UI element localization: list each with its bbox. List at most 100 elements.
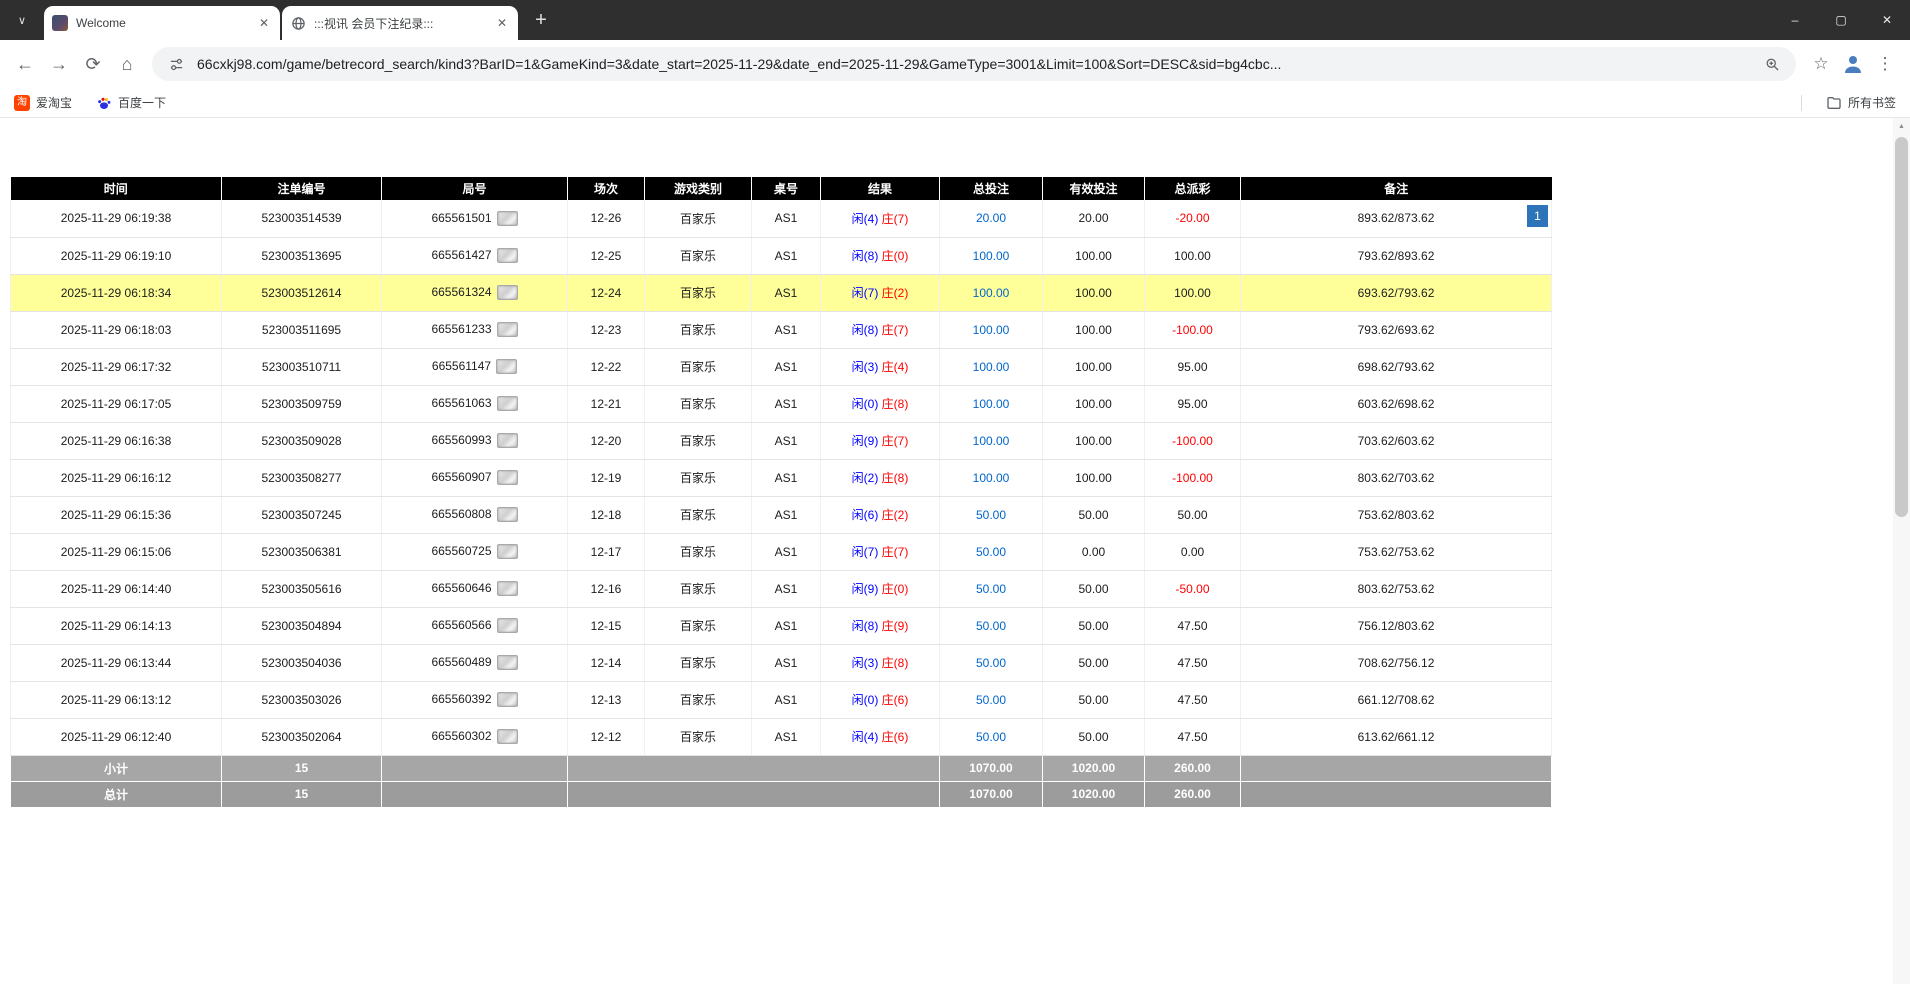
zoom-icon[interactable] <box>1760 52 1784 76</box>
bookmark-taobao[interactable]: 淘 爱淘宝 <box>14 94 72 111</box>
card-result-image-icon[interactable] <box>497 729 518 744</box>
payout-cell: -20.00 <box>1145 200 1241 237</box>
payout-cell: 95.00 <box>1145 385 1241 422</box>
result-player: 闲(8) <box>852 249 879 263</box>
total-bet-cell[interactable]: 50.00 <box>940 533 1043 570</box>
total-bet-cell[interactable]: 50.00 <box>940 496 1043 533</box>
card-result-image-icon[interactable] <box>497 581 518 596</box>
total-bet-cell[interactable]: 100.00 <box>940 237 1043 274</box>
total-bet-cell[interactable]: 50.00 <box>940 718 1043 755</box>
card-result-image-icon[interactable] <box>497 322 518 337</box>
game-type-cell: 百家乐 <box>645 533 752 570</box>
profile-avatar[interactable] <box>1838 49 1868 79</box>
remark-cell: 703.62/603.62 <box>1241 422 1552 459</box>
column-header: 总派彩 <box>1145 177 1241 200</box>
scroll-up-icon[interactable]: ▲ <box>1893 118 1910 134</box>
pagination-page-1[interactable]: 1 <box>1527 205 1548 227</box>
bet-records-table: 时间注单编号局号场次游戏类别桌号结果总投注有效投注总派彩备注 2025-11-2… <box>10 177 1552 808</box>
total-bet-cell[interactable]: 50.00 <box>940 681 1043 718</box>
bookmark-baidu[interactable]: 百度一下 <box>96 94 166 111</box>
address-bar[interactable]: 66cxkj98.com/game/betrecord_search/kind3… <box>152 47 1796 81</box>
card-result-image-icon[interactable] <box>497 544 518 559</box>
forward-button[interactable]: → <box>42 47 76 81</box>
total-bet-cell[interactable]: 50.00 <box>940 644 1043 681</box>
result-player: 闲(7) <box>852 286 879 300</box>
subtotal-total-bet: 1070.00 <box>940 755 1043 781</box>
bet-id-cell: 523003506381 <box>222 533 382 570</box>
tab-close-icon[interactable]: ✕ <box>494 16 510 30</box>
window-close-button[interactable]: ✕ <box>1864 0 1910 40</box>
total-payout: 260.00 <box>1145 781 1241 807</box>
table-row: 2025-11-29 06:14:13523003504894665560566… <box>11 607 1552 644</box>
bookmark-star-icon[interactable]: ☆ <box>1804 47 1838 81</box>
result-cell: 闲(8) 庄(7) <box>821 311 940 348</box>
total-bet-cell[interactable]: 50.00 <box>940 570 1043 607</box>
total-empty-cell <box>382 781 568 807</box>
table-row: 2025-11-29 06:15:06523003506381665560725… <box>11 533 1552 570</box>
card-result-image-icon[interactable] <box>497 285 518 300</box>
subtotal-empty-cell <box>382 755 568 781</box>
card-result-image-icon[interactable] <box>497 692 518 707</box>
session-cell: 12-26 <box>568 200 645 237</box>
remark-cell: 793.62/693.62 <box>1241 311 1552 348</box>
menu-icon[interactable]: ⋮ <box>1868 47 1902 81</box>
all-bookmarks-button[interactable]: 所有书签 <box>1826 94 1896 111</box>
bet-id-cell: 523003513695 <box>222 237 382 274</box>
valid-bet-cell: 100.00 <box>1043 311 1145 348</box>
card-result-image-icon[interactable] <box>497 396 518 411</box>
table-no-cell: AS1 <box>752 311 821 348</box>
page-content: 1 时间注单编号局号场次游戏类别桌号结果总投注有效投注总派彩备注 2025-11… <box>0 177 1910 984</box>
site-info-icon[interactable] <box>164 52 188 76</box>
new-tab-button[interactable]: + <box>526 5 556 35</box>
total-bet-cell[interactable]: 100.00 <box>940 459 1043 496</box>
folder-icon <box>1826 95 1842 111</box>
total-bet-cell[interactable]: 100.00 <box>940 311 1043 348</box>
result-banker: 庄(4) <box>882 360 909 374</box>
taobao-icon: 淘 <box>14 95 30 111</box>
valid-bet-cell: 100.00 <box>1043 348 1145 385</box>
total-bet-cell[interactable]: 100.00 <box>940 348 1043 385</box>
table-no-cell: AS1 <box>752 681 821 718</box>
card-result-image-icon[interactable] <box>496 359 517 374</box>
card-result-image-icon[interactable] <box>497 655 518 670</box>
total-bet-cell[interactable]: 100.00 <box>940 385 1043 422</box>
home-button[interactable]: ⌂ <box>110 47 144 81</box>
session-cell: 12-18 <box>568 496 645 533</box>
result-cell: 闲(0) 庄(6) <box>821 681 940 718</box>
round-cell: 665561427 <box>382 237 568 274</box>
card-result-image-icon[interactable] <box>497 507 518 522</box>
url-text[interactable]: 66cxkj98.com/game/betrecord_search/kind3… <box>197 56 1760 72</box>
refresh-button[interactable]: ⟳ <box>76 47 110 81</box>
card-result-image-icon[interactable] <box>497 211 518 226</box>
total-bet-cell[interactable]: 100.00 <box>940 274 1043 311</box>
result-banker: 庄(0) <box>882 582 909 596</box>
payout-cell: 100.00 <box>1145 274 1241 311</box>
vertical-scrollbar[interactable]: ▲ <box>1893 118 1910 984</box>
time-cell: 2025-11-29 06:18:34 <box>11 274 222 311</box>
browser-tab-betrecord[interactable]: :::视讯 会员下注纪录::: ✕ <box>282 6 518 40</box>
tab-close-icon[interactable]: ✕ <box>256 16 272 30</box>
total-bet-cell[interactable]: 20.00 <box>940 200 1043 237</box>
card-result-image-icon[interactable] <box>497 470 518 485</box>
total-bet-cell[interactable]: 50.00 <box>940 607 1043 644</box>
tab-search-button[interactable]: ∨ <box>8 6 36 34</box>
game-type-cell: 百家乐 <box>645 607 752 644</box>
total-bet-cell[interactable]: 100.00 <box>940 422 1043 459</box>
card-result-image-icon[interactable] <box>497 433 518 448</box>
back-button[interactable]: ← <box>8 47 42 81</box>
globe-favicon-icon <box>290 15 306 31</box>
table-row: 2025-11-29 06:13:44523003504036665560489… <box>11 644 1552 681</box>
bet-id-cell: 523003508277 <box>222 459 382 496</box>
session-cell: 12-15 <box>568 607 645 644</box>
valid-bet-cell: 50.00 <box>1043 644 1145 681</box>
round-cell: 665560566 <box>382 607 568 644</box>
scrollbar-thumb[interactable] <box>1895 137 1908 517</box>
payout-cell: 95.00 <box>1145 348 1241 385</box>
browser-tab-welcome[interactable]: Welcome ✕ <box>44 6 280 40</box>
card-result-image-icon[interactable] <box>497 248 518 263</box>
card-result-image-icon[interactable] <box>497 618 518 633</box>
window-maximize-button[interactable]: ▢ <box>1818 0 1864 40</box>
window-minimize-button[interactable]: – <box>1772 0 1818 40</box>
result-banker: 庄(7) <box>882 434 909 448</box>
result-player: 闲(9) <box>852 582 879 596</box>
